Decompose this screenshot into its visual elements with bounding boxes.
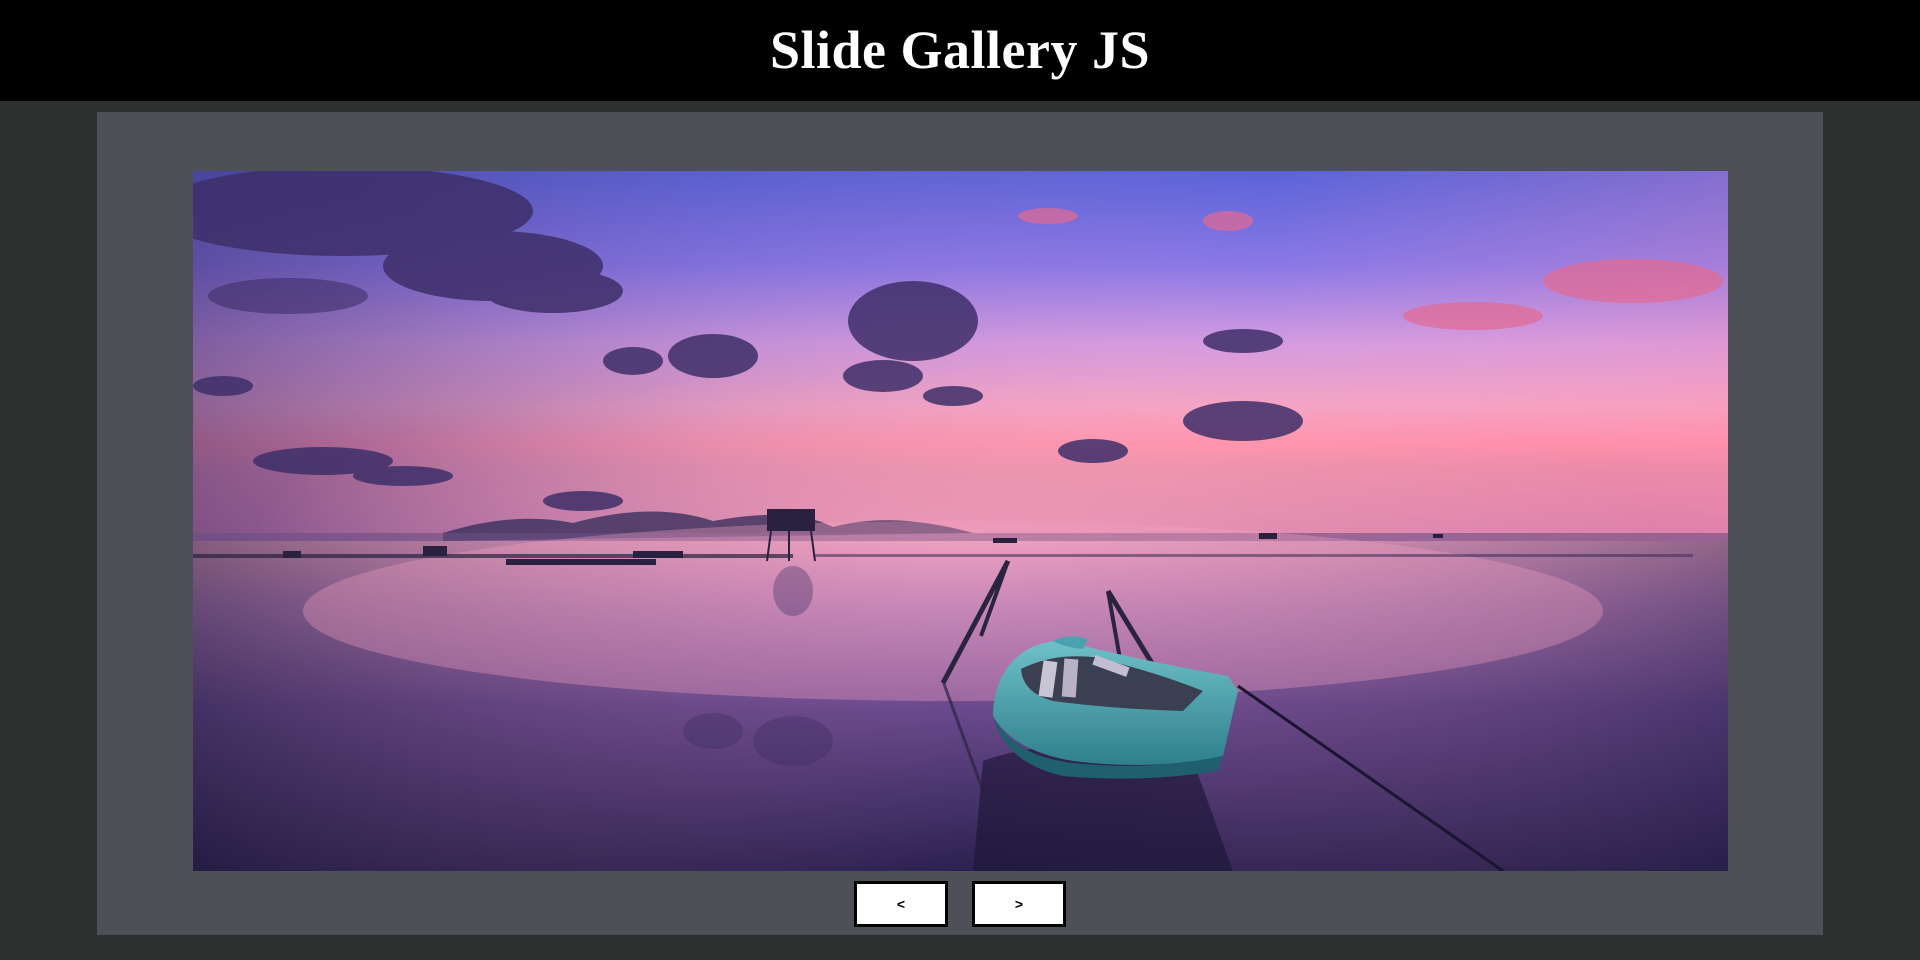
prev-slide-button[interactable]: < bbox=[854, 881, 948, 927]
slide-controls: < > bbox=[97, 881, 1823, 927]
page-header: Slide Gallery JS bbox=[0, 0, 1920, 101]
slide-image bbox=[193, 171, 1728, 871]
slide-gallery: < > bbox=[97, 112, 1823, 935]
page-footer-space bbox=[0, 935, 1920, 960]
page-title: Slide Gallery JS bbox=[769, 19, 1150, 80]
next-slide-button[interactable]: > bbox=[972, 881, 1066, 927]
sunset-boat-photo bbox=[193, 171, 1728, 871]
